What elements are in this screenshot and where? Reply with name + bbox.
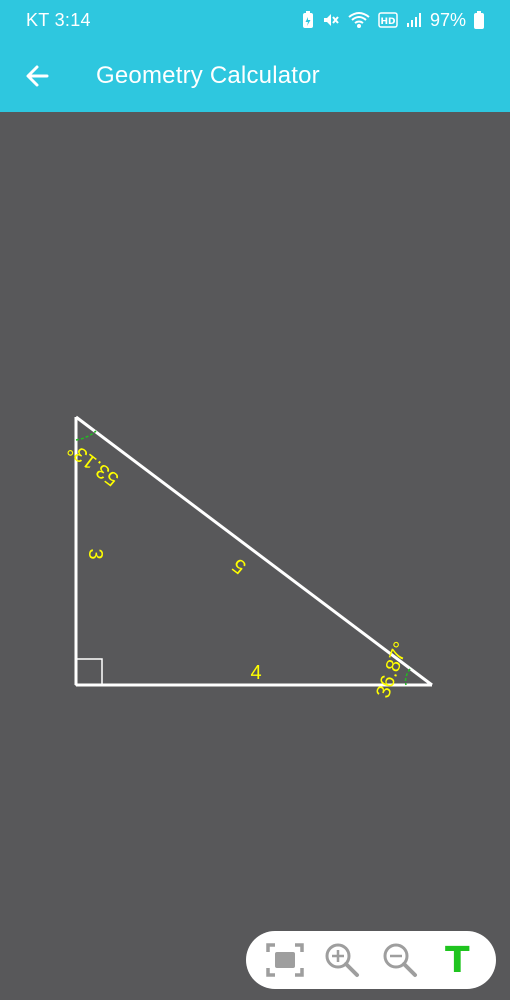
back-button[interactable] — [8, 46, 68, 106]
battery-icon — [474, 11, 484, 29]
svg-text:HD: HD — [380, 17, 395, 27]
status-bar: KT 3:14 HD 97% — [0, 0, 510, 40]
mute-icon — [322, 11, 340, 29]
hypotenuse-label: 5 — [228, 554, 250, 578]
status-icons: HD 97% — [302, 10, 484, 31]
battery-percent: 97% — [429, 9, 466, 30]
hypotenuse-line — [75, 415, 433, 687]
angle-right-label: 36.87° — [372, 639, 413, 701]
zoom-toolbar: T — [246, 931, 496, 989]
zoom-in-button[interactable] — [320, 938, 364, 982]
right-angle-marker — [75, 658, 103, 686]
side-horizontal-label: 4 — [250, 662, 261, 684]
text-toggle-icon: T — [444, 939, 470, 981]
text-toggle-button[interactable]: T — [435, 938, 479, 982]
wifi-icon — [348, 11, 370, 29]
angle-arc-right — [404, 668, 411, 686]
zoom-out-icon — [383, 943, 417, 977]
signal-icon — [406, 12, 422, 28]
triangle-diagram: 3 4 5 53.13° 36.87° — [64, 415, 433, 701]
app-bar: Geometry Calculator — [0, 40, 510, 112]
drawing-canvas[interactable]: 3 4 5 53.13° 36.87° — [0, 112, 510, 1000]
fit-screen-icon — [266, 943, 304, 977]
page-title: Geometry Calculator — [96, 62, 320, 89]
side-vertical-label: 3 — [84, 548, 106, 559]
angle-arc-top — [75, 430, 97, 441]
battery-saver-icon — [302, 11, 314, 29]
zoom-in-icon — [325, 943, 360, 977]
status-time: KT 3:14 — [26, 9, 91, 30]
zoom-out-button[interactable] — [378, 938, 422, 982]
hd-icon: HD — [378, 12, 398, 28]
arrow-left-icon — [26, 65, 49, 87]
fit-screen-button[interactable] — [263, 938, 307, 982]
